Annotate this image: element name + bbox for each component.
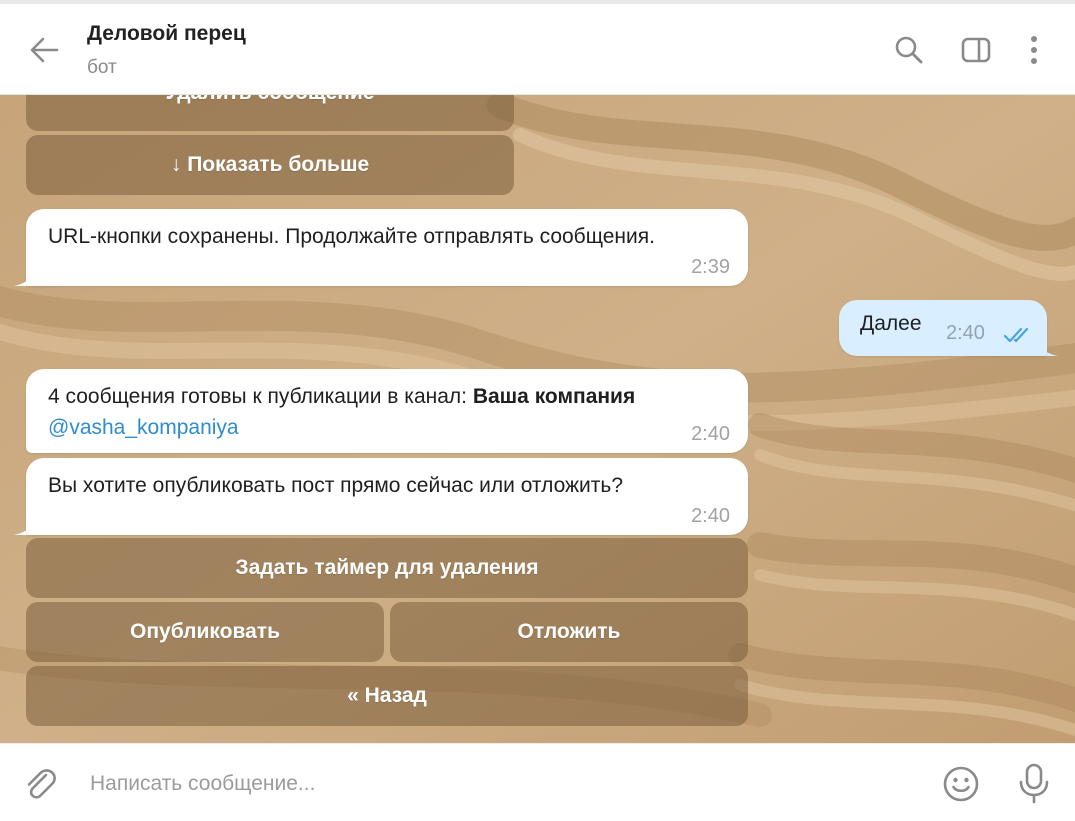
message-time: 2:40 [691, 423, 730, 445]
chat-subtitle: бот [87, 57, 117, 78]
paperclip-icon [27, 769, 56, 799]
arrow-left-icon [30, 37, 59, 63]
message-text: 4 сообщения готовы к публикации в канал: [48, 385, 473, 408]
search-icon [895, 36, 923, 64]
message-bubble[interactable]: 4 сообщения готовы к публикации в канал:… [26, 369, 748, 453]
set-timer-button[interactable]: Задать таймер для удаления [26, 538, 748, 598]
postpone-button[interactable]: Отложить [390, 602, 748, 662]
microphone-button[interactable] [1016, 762, 1052, 804]
back-keyboard-button[interactable]: « Назад [26, 666, 748, 726]
chat-area[interactable]: Удалить сообщение ↓ Показать больше URL-… [0, 95, 1075, 743]
message-input[interactable] [88, 764, 912, 804]
side-panel-icon [961, 37, 991, 63]
message-time: 2:40 [691, 505, 730, 527]
smile-icon [943, 766, 979, 802]
message-text: Вы хотите опубликовать пост прямо сейчас… [48, 474, 624, 497]
channel-link[interactable]: @vasha_kompaniya [48, 416, 239, 439]
microphone-icon [1019, 763, 1049, 804]
search-button[interactable] [893, 34, 925, 66]
double-check-icon [1003, 327, 1029, 343]
outgoing-message-bubble[interactable]: Далее 2:40 [839, 300, 1047, 356]
message-bubble[interactable]: Вы хотите опубликовать пост прямо сейчас… [26, 458, 748, 535]
more-vertical-icon [1031, 36, 1037, 64]
message-time: 2:40 [946, 322, 985, 344]
back-button[interactable] [26, 32, 62, 68]
emoji-button[interactable] [942, 765, 980, 803]
message-bubble[interactable]: URL-кнопки сохранены. Продолжайте отправ… [26, 209, 748, 286]
more-button[interactable] [1020, 34, 1048, 66]
publish-button[interactable]: Опубликовать [26, 602, 384, 662]
message-text: Далее [860, 312, 922, 335]
message-composer [0, 743, 1075, 821]
show-more-button[interactable]: ↓ Показать больше [26, 135, 514, 195]
message-text: URL-кнопки сохранены. Продолжайте отправ… [48, 225, 655, 248]
side-panel-button[interactable] [960, 34, 992, 66]
attach-button[interactable] [22, 766, 58, 802]
chat-header: Деловой перец бот [0, 4, 1075, 95]
channel-name: Ваша компания [472, 385, 636, 408]
delete-message-button[interactable]: Удалить сообщение [26, 95, 514, 131]
chat-title[interactable]: Деловой перец [87, 22, 246, 46]
message-time: 2:39 [691, 256, 730, 278]
